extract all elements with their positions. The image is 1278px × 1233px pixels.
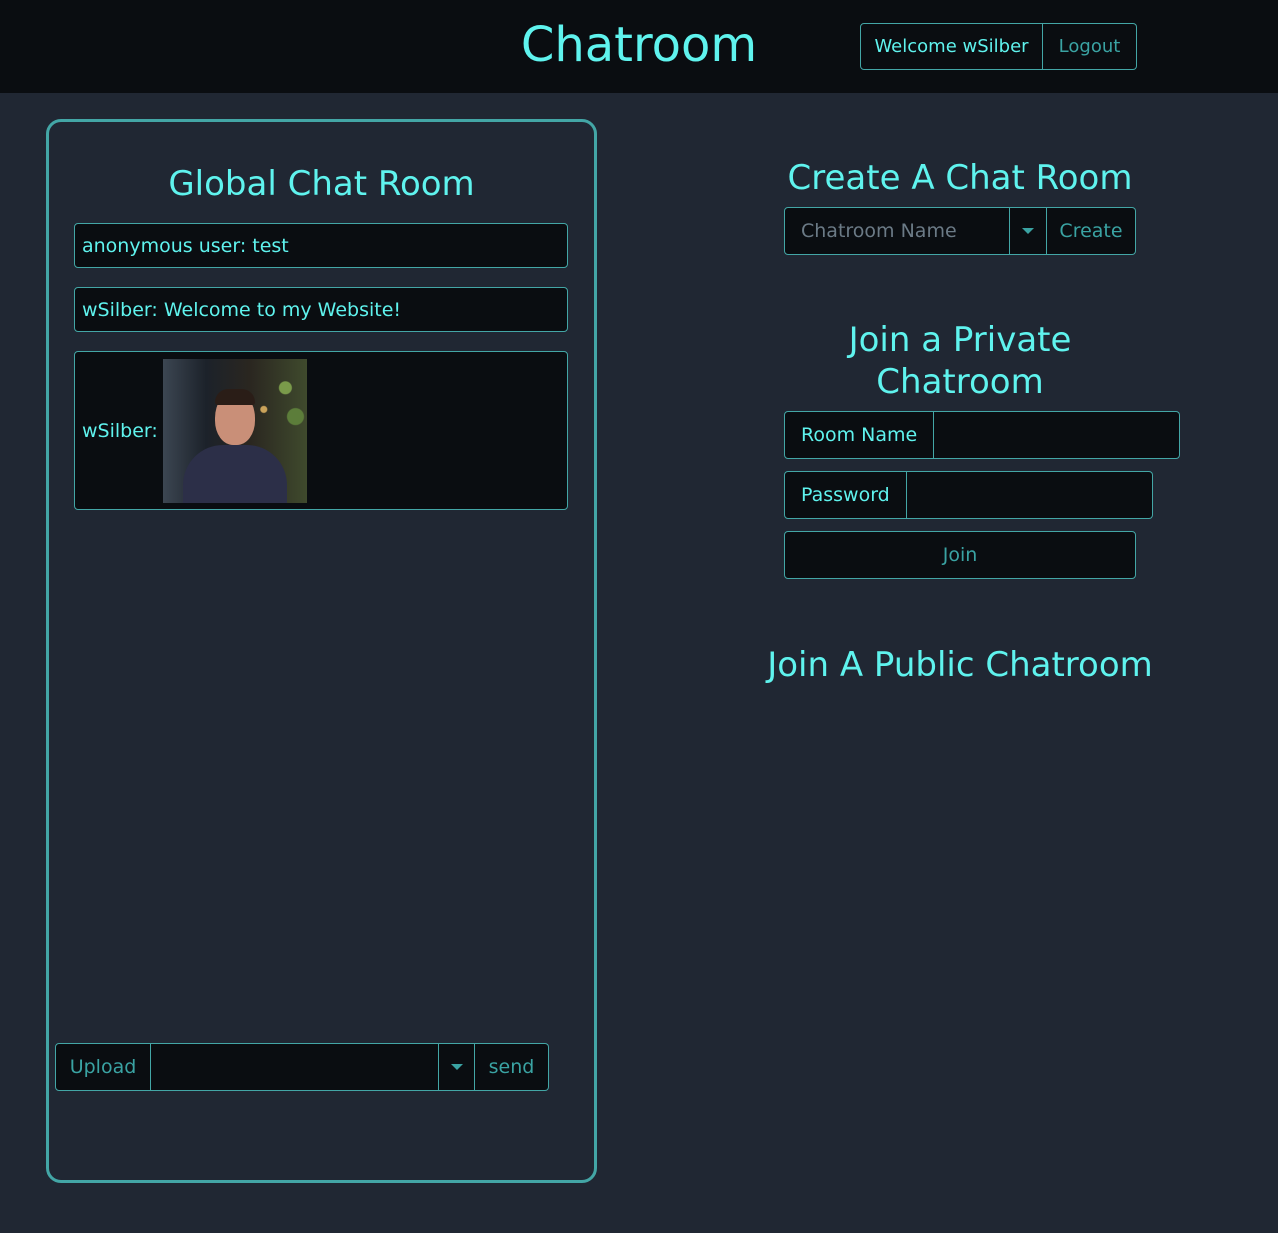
room-name-field: Room Name xyxy=(784,411,1181,459)
join-private-room-button[interactable]: Join xyxy=(784,531,1136,579)
user-button-group: Welcome wSilber Logout xyxy=(860,23,1137,70)
message-dropdown-button[interactable] xyxy=(439,1043,475,1091)
create-room-group: Create xyxy=(784,207,1136,255)
create-room-title: Create A Chat Room xyxy=(787,158,1133,198)
password-label: Password xyxy=(784,471,907,519)
chat-message-sender: wSilber: xyxy=(82,419,158,442)
photo-body-shape xyxy=(182,444,287,503)
chevron-down-icon xyxy=(450,1064,463,1070)
room-type-dropdown-button[interactable] xyxy=(1010,207,1047,255)
message-composer: Upload send xyxy=(55,1043,549,1091)
top-navbar: Chatroom Welcome wSilber Logout xyxy=(0,0,1278,93)
profile-photo-image xyxy=(162,358,307,503)
chat-message-text: anonymous user: test xyxy=(82,234,289,257)
password-field: Password xyxy=(784,471,1153,519)
private-room-title: Join a Private Chatroom xyxy=(640,319,1278,403)
chat-message: anonymous user: test xyxy=(74,223,568,268)
upload-button[interactable]: Upload xyxy=(55,1043,151,1091)
chatroom-name-input[interactable] xyxy=(784,207,1010,255)
private-room-title-line2: Chatroom xyxy=(876,362,1044,402)
room-name-label: Room Name xyxy=(784,411,935,459)
send-button[interactable]: send xyxy=(475,1043,549,1091)
create-room-button[interactable]: Create xyxy=(1047,207,1136,255)
chat-message-text: wSilber: Welcome to my Website! xyxy=(82,298,402,321)
room-name-input[interactable] xyxy=(934,411,1181,459)
public-room-title: Join A Public Chatroom xyxy=(767,645,1153,685)
private-room-title-line1: Join a Private xyxy=(848,320,1072,360)
global-chat-panel: Global Chat Room anonymous user: test wS… xyxy=(46,119,597,1183)
message-input[interactable] xyxy=(151,1043,439,1091)
chat-message-image: wSilber: xyxy=(74,351,568,510)
chevron-down-icon xyxy=(1022,228,1034,234)
password-input[interactable] xyxy=(906,471,1153,519)
photo-hair-shape xyxy=(214,388,255,405)
chat-message: wSilber: Welcome to my Website! xyxy=(74,287,568,332)
global-chat-title: Global Chat Room xyxy=(168,164,475,204)
welcome-user-button[interactable]: Welcome wSilber xyxy=(860,23,1043,70)
logout-button[interactable]: Logout xyxy=(1043,23,1137,70)
